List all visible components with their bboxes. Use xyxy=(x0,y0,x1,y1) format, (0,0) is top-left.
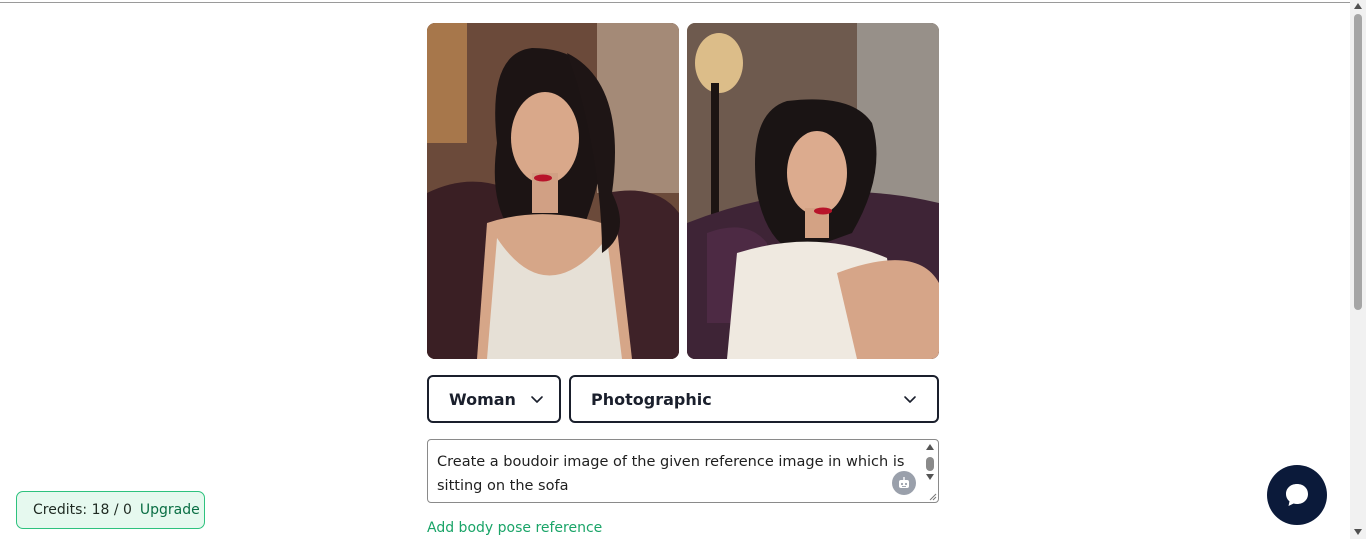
portrait-photo-icon xyxy=(427,23,679,359)
scroll-thumb[interactable] xyxy=(926,457,934,471)
add-body-pose-link[interactable]: Add body pose reference xyxy=(427,520,602,536)
prompt-scrollbar[interactable] xyxy=(925,441,937,489)
chat-launcher-button[interactable] xyxy=(1267,465,1327,525)
page-scroll-down-icon[interactable] xyxy=(1354,529,1362,535)
portrait-photo-icon xyxy=(687,23,939,359)
top-divider xyxy=(0,0,1350,3)
scroll-down-arrow-icon[interactable] xyxy=(926,474,934,480)
scroll-up-arrow-icon[interactable] xyxy=(926,444,934,450)
style-select[interactable]: Photographic xyxy=(569,375,939,423)
prompt-textarea[interactable]: Create a boudoir image of the given refe… xyxy=(427,439,939,503)
chevron-down-icon xyxy=(530,392,544,406)
ai-assist-button[interactable] xyxy=(892,471,916,495)
chevron-down-icon xyxy=(903,392,917,406)
reference-image-2[interactable] xyxy=(687,23,939,359)
chat-bubble-icon xyxy=(1286,484,1308,506)
resize-grip-icon[interactable] xyxy=(929,493,937,501)
reference-image-1[interactable] xyxy=(427,23,679,359)
page-scroll-up-icon[interactable] xyxy=(1354,3,1362,9)
page-scrollbar[interactable] xyxy=(1350,0,1366,539)
upgrade-link[interactable]: Upgrade xyxy=(140,502,200,518)
prompt-text[interactable]: Create a boudoir image of the given refe… xyxy=(437,450,912,498)
robot-icon xyxy=(899,477,909,488)
gender-select[interactable]: Woman xyxy=(427,375,561,423)
credits-label: Credits: 18 / 0 xyxy=(33,502,132,518)
style-select-value: Photographic xyxy=(591,389,712,409)
gender-select-value: Woman xyxy=(449,389,516,409)
page-scroll-thumb[interactable] xyxy=(1354,14,1362,310)
credits-badge: Credits: 18 / 0 Upgrade xyxy=(16,491,205,529)
